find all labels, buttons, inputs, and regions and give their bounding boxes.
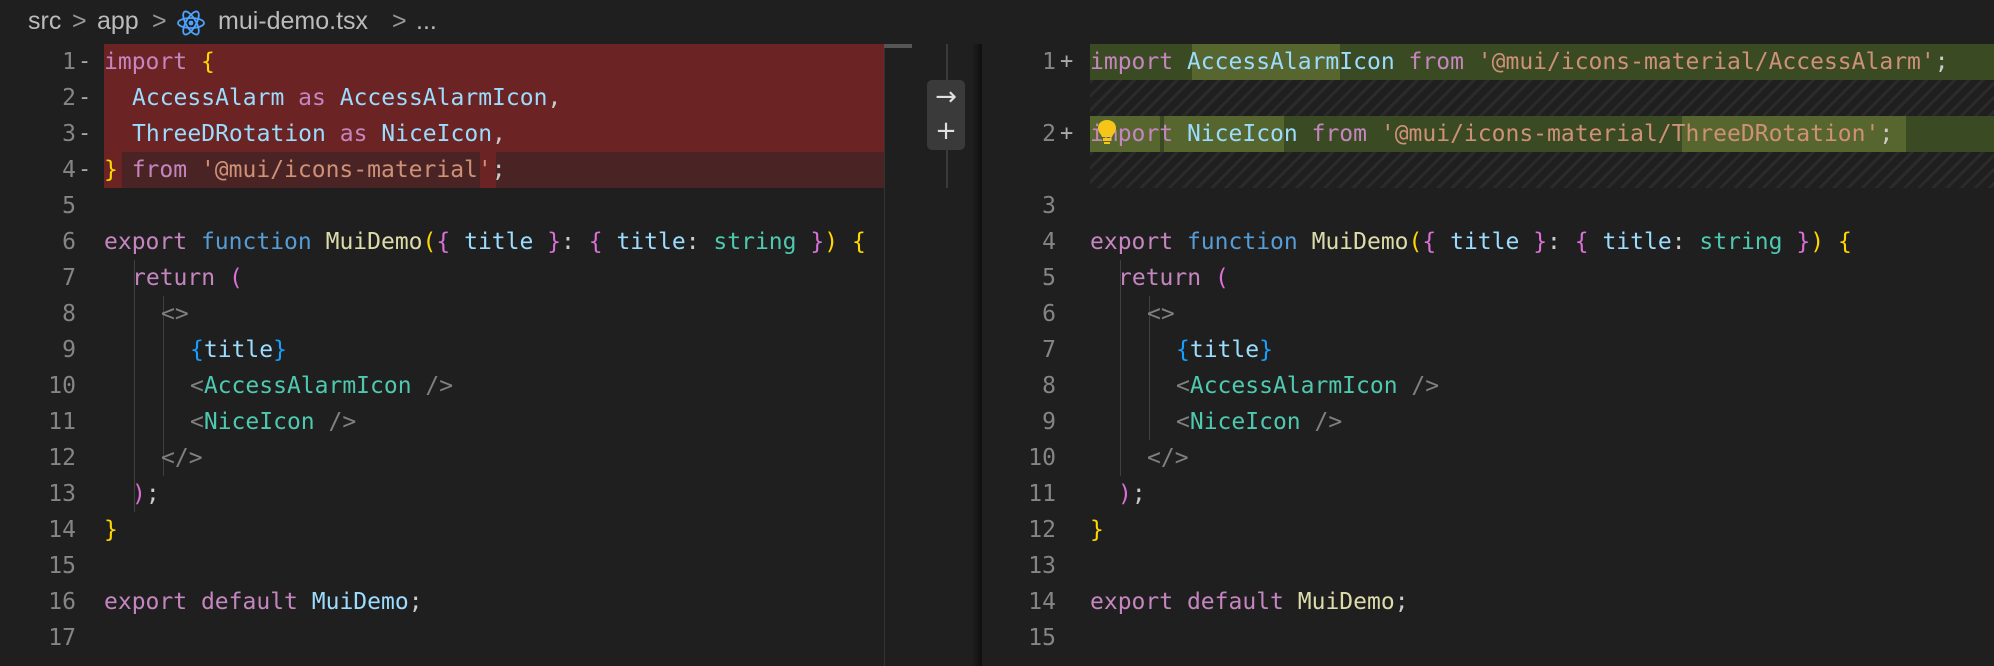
line-number: 10: [1028, 445, 1056, 471]
line-number: 17: [48, 625, 76, 651]
line-number: 14: [1028, 589, 1056, 615]
code-line: return (: [132, 265, 243, 291]
line-number: 1: [1042, 49, 1056, 75]
line-number: 13: [48, 481, 76, 507]
line-number: 3: [62, 121, 76, 147]
line-number: 15: [48, 553, 76, 579]
plus-icon[interactable]: +: [927, 114, 965, 148]
lightbulb-icon[interactable]: [1095, 118, 1119, 146]
breadcrumb-item-more[interactable]: ...: [416, 7, 437, 36]
breadcrumb-item-file[interactable]: mui-demo.tsx: [218, 7, 368, 36]
diff-modified-pane[interactable]: 1 2 3 4 5 6 7 8 9 10 11 12 13 14 15 + + …: [982, 44, 1994, 666]
code-line: {title}: [190, 337, 287, 363]
code-line: <NiceIcon />: [190, 409, 357, 435]
code-line: <>: [161, 301, 189, 327]
line-number: 6: [1042, 301, 1056, 327]
code-line: return (: [1118, 265, 1229, 291]
scrollbar-thumb[interactable]: [884, 44, 912, 48]
code-line: }: [104, 517, 118, 543]
code-line: <AccessAlarmIcon />: [1176, 373, 1440, 399]
code-line: );: [132, 481, 160, 507]
line-number: 4: [1042, 229, 1056, 255]
code-line: export function MuiDemo({ title }: { tit…: [104, 229, 866, 255]
line-number: 12: [1028, 517, 1056, 543]
line-number: 3: [1042, 193, 1056, 219]
code-line: export function MuiDemo({ title }: { tit…: [1090, 229, 1852, 255]
code-line: </>: [1147, 445, 1189, 471]
line-number: 1: [62, 49, 76, 75]
deleted-line-marker: -: [78, 49, 92, 74]
deleted-line-marker: -: [78, 121, 92, 146]
line-number: 7: [62, 265, 76, 291]
code-line: <AccessAlarmIcon />: [190, 373, 454, 399]
deleted-line-marker: -: [78, 85, 92, 110]
code-line: ThreeDRotation as NiceIcon,: [132, 121, 506, 147]
react-file-icon: [177, 10, 205, 36]
line-number: 15: [1028, 625, 1056, 651]
code-line: import {: [104, 49, 215, 75]
line-number: 9: [62, 337, 76, 363]
line-number: 8: [62, 301, 76, 327]
line-number: 2: [1042, 121, 1056, 147]
scrollbar-track[interactable]: [884, 44, 913, 666]
code-line: import AccessAlarmIcon from '@mui/icons-…: [1090, 49, 1949, 75]
inserted-line-marker: +: [1060, 121, 1074, 146]
line-number: 12: [48, 445, 76, 471]
breadcrumb-item-app[interactable]: app: [97, 7, 139, 36]
code-line: </>: [161, 445, 203, 471]
chevron-right-icon: >: [72, 7, 87, 35]
line-number: 14: [48, 517, 76, 543]
line-number: 5: [1042, 265, 1056, 291]
code-line: } from '@mui/icons-material';: [104, 157, 506, 183]
code-line: <NiceIcon />: [1176, 409, 1343, 435]
arrow-right-icon[interactable]: →: [927, 80, 965, 114]
diff-actions: → +: [927, 80, 965, 150]
inserted-line-marker: +: [1060, 49, 1074, 74]
code-line: export default MuiDemo;: [1090, 589, 1409, 615]
code-line: <>: [1147, 301, 1175, 327]
line-number: 2: [62, 85, 76, 111]
line-number: 6: [62, 229, 76, 255]
line-number: 11: [1028, 481, 1056, 507]
chevron-right-icon: >: [392, 7, 407, 35]
line-number: 11: [48, 409, 76, 435]
line-number: 7: [1042, 337, 1056, 363]
breadcrumb: src > app > mui-demo.tsx > ...: [0, 0, 1994, 44]
line-number: 10: [48, 373, 76, 399]
chevron-right-icon: >: [152, 7, 167, 35]
code-line: export default MuiDemo;: [104, 589, 423, 615]
line-number: 4: [62, 157, 76, 183]
breadcrumb-item-src[interactable]: src: [28, 7, 61, 36]
diff-original-pane[interactable]: 1 2 3 4 5 6 7 8 9 10 11 12 13 14 15 16 1…: [0, 44, 912, 666]
code-line: import NiceIcon from '@mui/icons-materia…: [1090, 121, 1894, 147]
line-number: 13: [1028, 553, 1056, 579]
line-number: 9: [1042, 409, 1056, 435]
line-number: 16: [48, 589, 76, 615]
deleted-line-marker: -: [78, 157, 92, 182]
code-line: AccessAlarm as AccessAlarmIcon,: [132, 85, 562, 111]
code-line: {title}: [1176, 337, 1273, 363]
code-line: }: [1090, 517, 1104, 543]
code-line: );: [1118, 481, 1146, 507]
line-number: 8: [1042, 373, 1056, 399]
line-number: 5: [62, 193, 76, 219]
